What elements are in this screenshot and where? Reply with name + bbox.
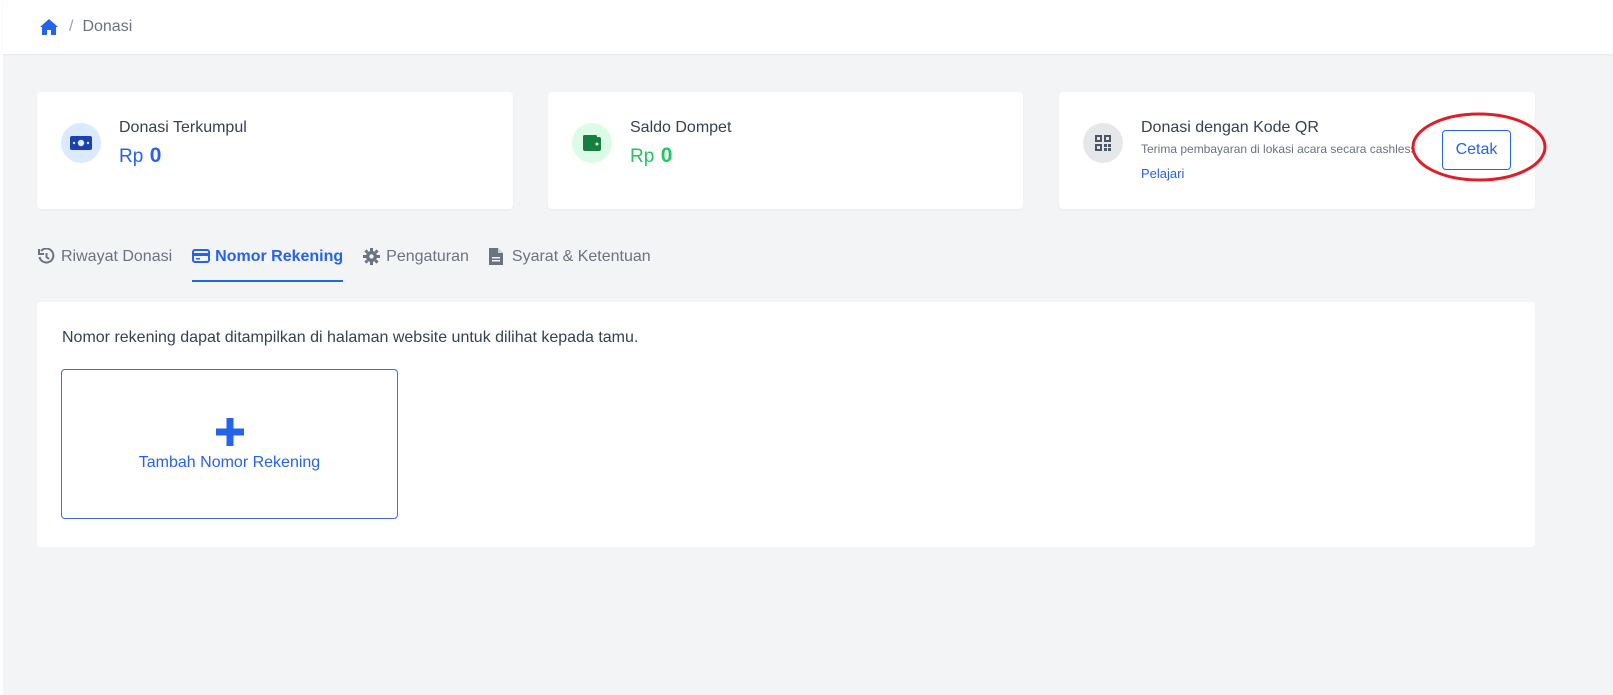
gear-icon [363,248,381,266]
saldo-dompet-currency: Rp [630,146,655,167]
donasi-qr-card: Donasi dengan Kode QR Terima pembayaran … [1059,92,1535,209]
cetak-button[interactable]: Cetak [1442,130,1511,170]
money-icon [61,123,101,163]
top-bar: / Donasi [3,0,1613,54]
add-account-label: Tambah Nomor Rekening [138,454,321,471]
qr-code-icon [1083,123,1123,163]
home-icon[interactable] [39,17,59,37]
nomor-rekening-panel: Nomor rekening dapat ditampilkan di hala… [37,302,1535,547]
donasi-terkumpul-value: 0 [149,144,162,167]
saldo-dompet-value: 0 [660,144,673,167]
tab-bar: Riwayat Donasi Nomor Rekening Pengaturan… [38,246,671,282]
document-icon [488,248,507,266]
tab-pengaturan-label: Pengaturan [386,248,469,265]
tab-nomor-rekening[interactable]: Nomor Rekening [192,246,344,282]
panel-info-text: Nomor rekening dapat ditampilkan di hala… [62,329,639,346]
tab-riwayat-donasi[interactable]: Riwayat Donasi [38,246,172,282]
pelajari-link[interactable]: Pelajari [1141,166,1184,181]
plus-icon [216,418,244,446]
wallet-icon [572,123,612,163]
tab-nomor-rekening-label: Nomor Rekening [215,248,344,265]
saldo-dompet-title: Saldo Dompet [630,119,732,136]
donasi-qr-description: Terima pembayaran di lokasi acara secara… [1141,142,1413,156]
saldo-dompet-card: Saldo Dompet Rp 0 [548,92,1023,209]
credit-card-icon [192,248,211,266]
add-account-button[interactable]: Tambah Nomor Rekening [61,369,398,519]
breadcrumb-separator: / [69,18,74,35]
donasi-terkumpul-card: Donasi Terkumpul Rp 0 [37,92,513,209]
tab-pengaturan[interactable]: Pengaturan [363,246,469,282]
tab-riwayat-donasi-label: Riwayat Donasi [61,248,173,265]
breadcrumb: / Donasi [39,17,132,37]
breadcrumb-current: Donasi [82,18,133,35]
donasi-qr-title: Donasi dengan Kode QR [1141,119,1319,136]
tab-syarat-ketentuan[interactable]: Syarat & Ketentuan [488,246,651,282]
donasi-terkumpul-currency: Rp [119,146,144,167]
saldo-dompet-amount: Rp 0 [630,144,672,168]
donasi-terkumpul-amount: Rp 0 [119,144,161,168]
donasi-terkumpul-title: Donasi Terkumpul [119,119,247,136]
history-icon [38,248,56,266]
tab-syarat-ketentuan-label: Syarat & Ketentuan [511,248,651,265]
left-edge [0,0,3,695]
